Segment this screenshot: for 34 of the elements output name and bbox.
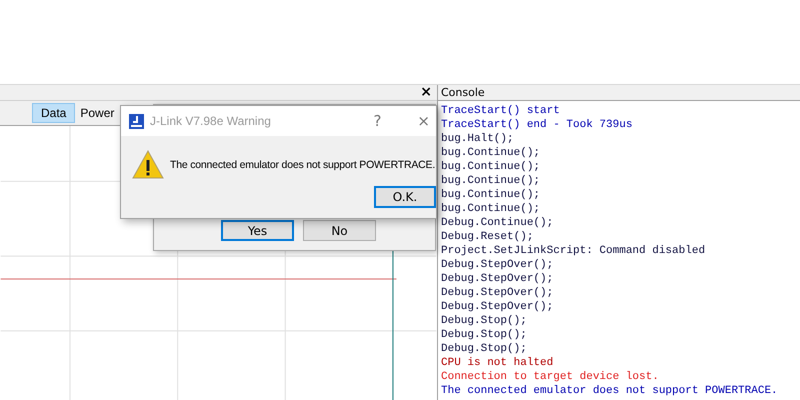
console-line: Debug.StepOver();: [441, 300, 554, 314]
console-line: bug.Continue();: [441, 188, 540, 202]
close-button[interactable]: ×: [413, 112, 434, 130]
app-icon: [129, 114, 144, 128]
console-line: Debug.StepOver();: [441, 286, 554, 300]
console-line: TraceStart() end - Took 739us: [441, 118, 632, 132]
dialog-button[interactable]: No: [303, 220, 376, 241]
console-line: bug.Continue();: [441, 160, 540, 174]
console-line: bug.Continue();: [441, 146, 540, 160]
dialog-title: J-Link V7.98e Warning: [150, 114, 272, 128]
console-line: bug.Halt();: [441, 132, 514, 146]
console-line: bug.Continue();: [441, 202, 540, 216]
console-line: Connection to target device lost.: [441, 370, 659, 384]
console-line: CPU is not halted: [441, 356, 554, 370]
console-line: The connected emulator does not support POWERTRACE.: [441, 384, 778, 398]
console-line: Debug.StepOver();: [441, 272, 554, 286]
console-line: TraceStart() start: [441, 104, 560, 118]
dialog-button[interactable]: Yes: [221, 220, 294, 241]
console-line: Debug.Reset();: [441, 230, 534, 244]
help-button[interactable]: ?: [369, 112, 386, 130]
tab[interactable]: Power: [78, 102, 116, 123]
console-line: Debug.Continue();: [441, 216, 554, 230]
console-line: Debug.Stop();: [441, 342, 527, 356]
warning-message: The connected emulator does not support POWERTRACE.: [170, 158, 436, 170]
ok-button[interactable]: O.K.: [374, 186, 436, 208]
console-line: Debug.StepOver();: [441, 258, 554, 272]
tab[interactable]: Data: [32, 102, 76, 123]
console-line: Project.SetJLinkScript: Command disabled: [441, 244, 706, 258]
console-title: Console: [438, 85, 800, 101]
close-button[interactable]: ×: [418, 85, 434, 100]
console-line: Debug.Stop();: [441, 328, 527, 342]
console-line: Debug.Stop();: [441, 314, 527, 328]
console-line: bug.Continue();: [441, 174, 540, 188]
warning-icon: [132, 150, 164, 179]
